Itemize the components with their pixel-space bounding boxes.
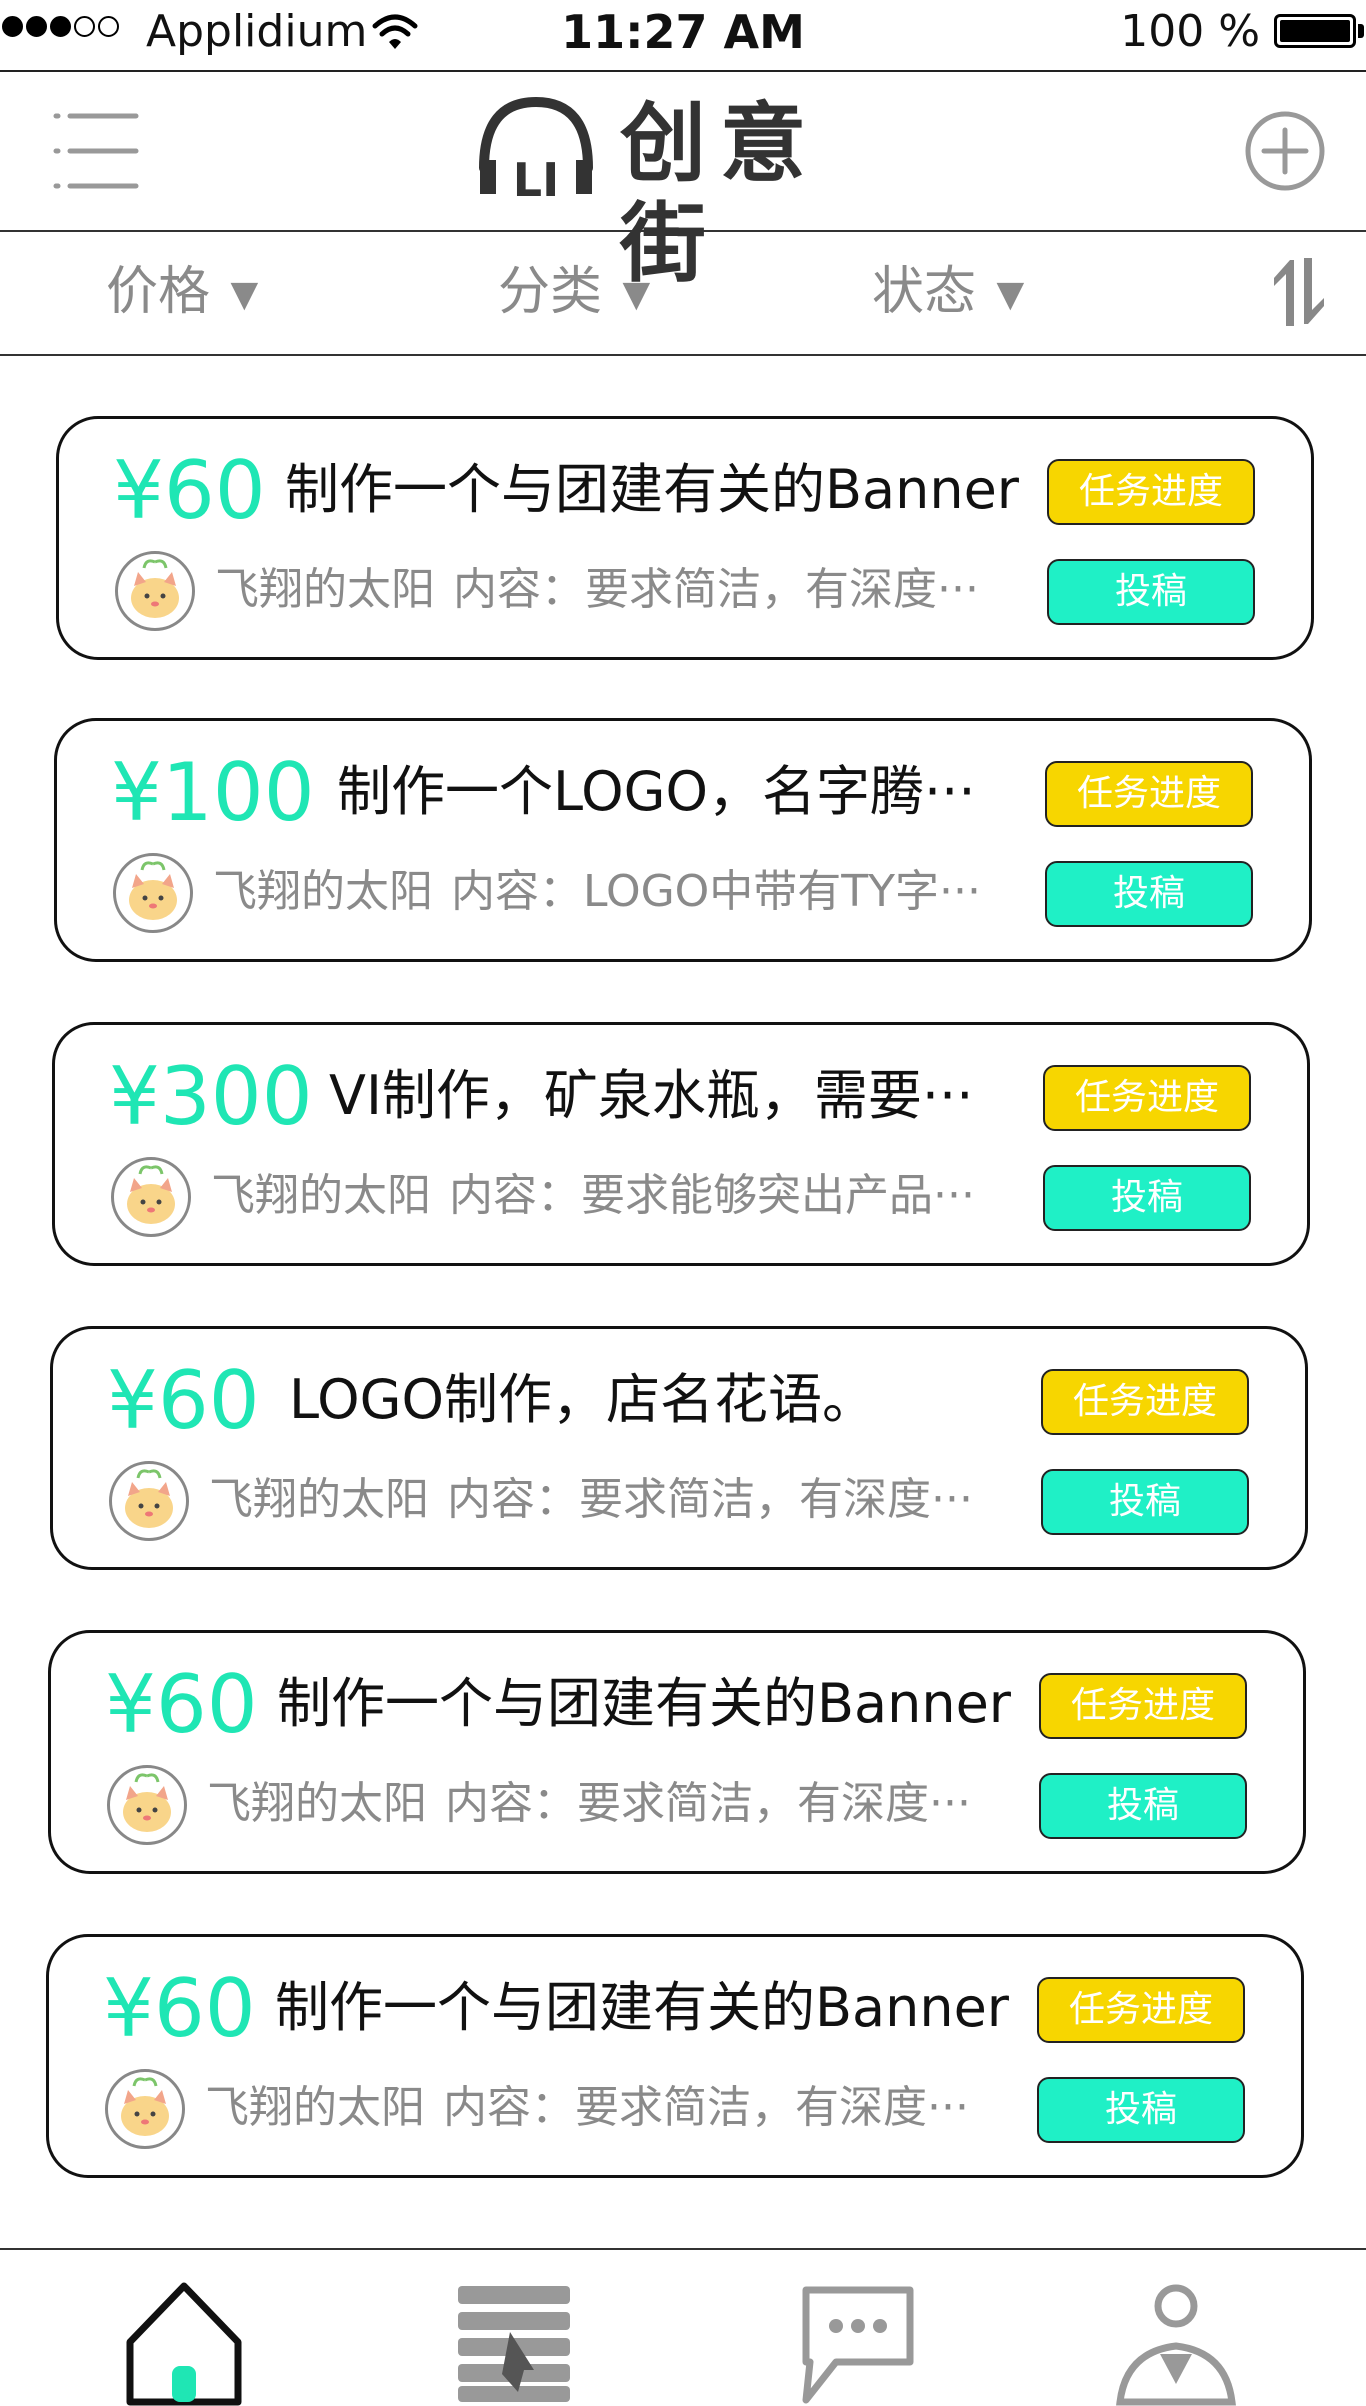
chat-icon	[802, 2286, 914, 2404]
app-logo: LI 创意街	[470, 90, 910, 294]
cat-avatar-icon	[127, 1165, 175, 1224]
battery-tip	[1358, 24, 1364, 38]
task-progress-button[interactable]: 任务进度	[1045, 761, 1253, 827]
books-icon	[458, 2286, 570, 2402]
task-meta: 飞翔的太阳 内容：要求简洁，有深度···	[205, 2079, 969, 2137]
cat-avatar-icon	[131, 559, 179, 618]
author-name: 飞翔的太阳	[215, 564, 435, 615]
avatar	[115, 551, 195, 631]
battery-icon	[1274, 14, 1356, 48]
profile-icon	[1116, 2284, 1236, 2406]
task-progress-button[interactable]: 任务进度	[1047, 459, 1255, 525]
task-title: 制作一个与团建有关的Banner	[285, 458, 1020, 521]
filter-category[interactable]: 分类 ▼	[498, 262, 650, 325]
task-meta: 飞翔的太阳 内容：要求能够突出产品···	[211, 1167, 975, 1225]
task-title: 制作一个与团建有关的Banner	[275, 1976, 1010, 2039]
task-title: LOGO制作，店名花语。	[289, 1368, 877, 1431]
task-submit-button[interactable]: 投稿	[1037, 2077, 1245, 2143]
sort-icon	[1274, 258, 1324, 326]
status-bar: Applidium 11:27 AM 100 %	[0, 0, 1366, 72]
task-title: VI制作，矿泉水瓶，需要···	[329, 1064, 974, 1127]
dropdown-arrow-icon: ▼	[230, 274, 259, 315]
cat-avatar-icon	[123, 1773, 171, 1832]
task-submit-button[interactable]: 投稿	[1045, 861, 1253, 927]
filter-status[interactable]: 状态 ▼	[872, 262, 1024, 325]
task-card[interactable]: ¥60 制作一个与团建有关的Banner 任务进度 飞翔的太阳 内容：要求简洁，有…	[56, 416, 1314, 660]
tab-profile[interactable]	[1106, 2274, 1246, 2406]
plus-circle-icon	[1245, 111, 1325, 191]
avatar	[107, 1765, 187, 1845]
filter-bar: 价格 ▼ 分类 ▼ 状态 ▼	[0, 232, 1366, 356]
task-card[interactable]: ¥300 VI制作，矿泉水瓶，需要··· 任务进度 飞翔的太阳 内容：要求能够突出…	[52, 1022, 1310, 1266]
task-content-preview: 内容：要求能够突出产品···	[449, 1170, 975, 1221]
cat-avatar-icon	[129, 861, 177, 920]
task-meta: 飞翔的太阳 内容：LOGO中带有TY字···	[213, 863, 981, 921]
task-content-preview: 内容：要求简洁，有深度···	[447, 1474, 973, 1525]
task-list: ¥60 制作一个与团建有关的Banner 任务进度 飞翔的太阳 内容：要求简洁，有…	[0, 354, 1366, 2244]
add-button[interactable]	[1242, 108, 1328, 194]
tab-bar	[0, 2248, 1366, 2406]
task-title: 制作一个LOGO，名字腾···	[337, 760, 976, 823]
task-progress-button[interactable]: 任务进度	[1037, 1977, 1245, 2043]
logo-mark: LI	[513, 153, 559, 207]
task-submit-button[interactable]: 投稿	[1041, 1469, 1249, 1535]
author-name: 飞翔的太阳	[213, 866, 433, 917]
headphones-logo-icon: LI	[479, 96, 593, 207]
tab-messages[interactable]	[788, 2274, 928, 2406]
task-card[interactable]: ¥60 LOGO制作，店名花语。 任务进度 飞翔的太阳 内容：要求简洁，有深度··…	[50, 1326, 1308, 1570]
task-price: ¥60	[107, 1354, 260, 1447]
author-name: 飞翔的太阳	[209, 1474, 429, 1525]
task-content-preview: 内容：要求简洁，有深度···	[453, 564, 979, 615]
task-price: ¥60	[105, 1658, 258, 1751]
task-meta: 飞翔的太阳 内容：要求简洁，有深度···	[215, 561, 979, 619]
tab-home[interactable]	[114, 2274, 254, 2406]
task-submit-button[interactable]: 投稿	[1043, 1165, 1251, 1231]
task-submit-button[interactable]: 投稿	[1039, 1773, 1247, 1839]
task-meta: 飞翔的太阳 内容：要求简洁，有深度···	[209, 1471, 973, 1529]
filter-price[interactable]: 价格 ▼	[106, 262, 258, 325]
task-content-preview: 内容：要求简洁，有深度···	[443, 2082, 969, 2133]
cat-avatar-icon	[121, 2077, 169, 2136]
task-card[interactable]: ¥100 制作一个LOGO，名字腾··· 任务进度 飞翔的太阳 内容：LOGO中带…	[54, 718, 1312, 962]
task-price: ¥100	[111, 746, 315, 839]
task-price: ¥60	[113, 444, 266, 537]
dropdown-arrow-icon: ▼	[622, 274, 651, 315]
task-price: ¥60	[103, 1962, 256, 2055]
hamburger-menu-icon	[53, 113, 139, 189]
menu-button[interactable]	[52, 106, 142, 196]
task-card[interactable]: ¥60 制作一个与团建有关的Banner 任务进度 飞翔的太阳 内容：要求简洁，有…	[46, 1934, 1304, 2178]
task-content-preview: 内容：LOGO中带有TY字···	[451, 866, 982, 917]
home-icon	[126, 2282, 242, 2406]
avatar	[105, 2069, 185, 2149]
filter-price-label: 价格	[106, 262, 211, 322]
avatar	[109, 1461, 189, 1541]
author-name: 飞翔的太阳	[205, 2082, 425, 2133]
task-title: 制作一个与团建有关的Banner	[277, 1672, 1012, 1735]
author-name: 飞翔的太阳	[207, 1778, 427, 1829]
battery-percentage: 100 %	[1120, 6, 1260, 57]
avatar	[113, 853, 193, 933]
avatar	[111, 1157, 191, 1237]
dropdown-arrow-icon: ▼	[996, 274, 1025, 315]
author-name: 飞翔的太阳	[211, 1170, 431, 1221]
task-progress-button[interactable]: 任务进度	[1043, 1065, 1251, 1131]
filter-status-label: 状态	[872, 262, 977, 322]
sort-button[interactable]	[1268, 256, 1330, 328]
task-progress-button[interactable]: 任务进度	[1041, 1369, 1249, 1435]
task-submit-button[interactable]: 投稿	[1047, 559, 1255, 625]
task-price: ¥300	[109, 1050, 313, 1143]
task-meta: 飞翔的太阳 内容：要求简洁，有深度···	[207, 1775, 971, 1833]
task-card[interactable]: ¥60 制作一个与团建有关的Banner 任务进度 飞翔的太阳 内容：要求简洁，有…	[48, 1630, 1306, 1874]
task-content-preview: 内容：要求简洁，有深度···	[445, 1778, 971, 1829]
tab-library[interactable]	[444, 2274, 584, 2406]
task-progress-button[interactable]: 任务进度	[1039, 1673, 1247, 1739]
filter-category-label: 分类	[498, 262, 603, 322]
app-header: LI 创意街	[0, 72, 1366, 294]
cat-avatar-icon	[125, 1469, 173, 1528]
